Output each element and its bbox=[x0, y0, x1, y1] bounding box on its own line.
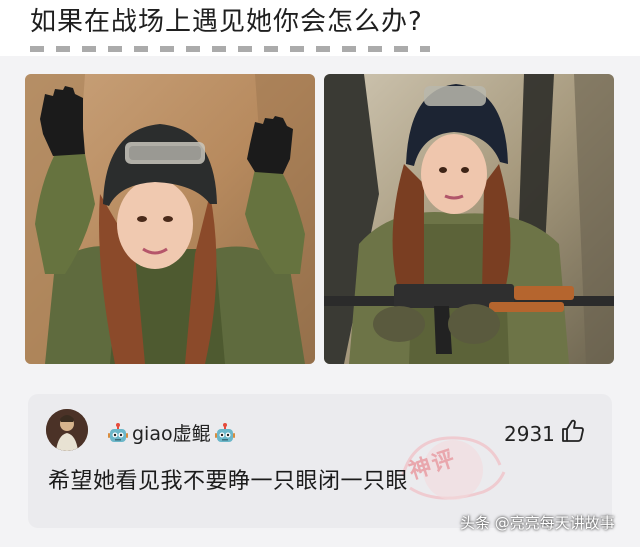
username-text: giao虚鲲 bbox=[132, 423, 211, 445]
top-comment-card[interactable]: giao虚鲲 神评 2931 希望她看见我不要睁一只眼闭一只眼 bbox=[28, 394, 612, 528]
photo-left-illustration bbox=[25, 74, 315, 364]
comment-username[interactable]: giao虚鲲 bbox=[107, 422, 236, 446]
source-watermark: 头条 @亮亮每天讲故事 bbox=[460, 514, 615, 532]
section-spacer bbox=[0, 372, 640, 388]
truncated-text-line bbox=[30, 46, 430, 52]
robot-emoji-icon bbox=[108, 423, 128, 442]
like-count: 2931 bbox=[504, 422, 555, 446]
photo-right-illustration bbox=[324, 74, 614, 364]
robot-emoji-icon bbox=[214, 423, 235, 442]
user-avatar[interactable] bbox=[46, 409, 88, 451]
avatar-image bbox=[46, 409, 88, 451]
question-title: 如果在战场上遇见她你会怎么办? bbox=[30, 7, 423, 37]
question-header: 如果在战场上遇见她你会怎么办? bbox=[0, 0, 640, 56]
comment-text: 希望她看见我不要睁一只眼闭一只眼 bbox=[48, 469, 409, 494]
photo-soldier-hands-up[interactable] bbox=[25, 74, 315, 364]
thumbs-up-icon[interactable] bbox=[560, 418, 586, 444]
photo-soldier-with-rifle[interactable] bbox=[324, 74, 614, 364]
